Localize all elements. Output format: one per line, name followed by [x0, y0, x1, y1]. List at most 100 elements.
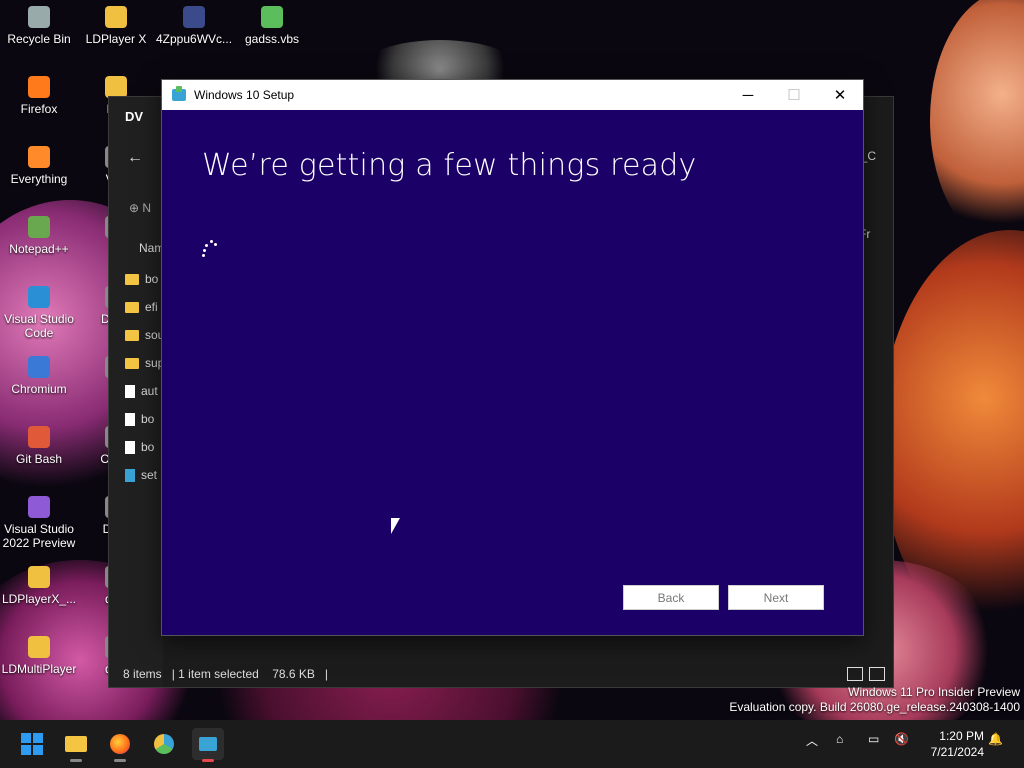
desktop-icon-10[interactable]: Visual Studio Code	[1, 286, 77, 340]
notepadpp-icon	[28, 216, 50, 238]
chromium-taskbar-button[interactable]	[148, 728, 180, 760]
list-item[interactable]: set	[125, 465, 157, 485]
desktop-icon-label: Git Bash	[15, 452, 63, 466]
os-watermark: Windows 11 Pro Insider Preview Evaluatio…	[729, 685, 1020, 715]
desktop-icon-8[interactable]: Notepad++	[1, 216, 77, 256]
file-icon	[125, 468, 135, 482]
back-arrow-icon[interactable]: ←	[127, 149, 143, 167]
file-name: bo	[145, 272, 159, 286]
next-button[interactable]: Next	[728, 585, 824, 610]
network-off-icon[interactable]: ⌂	[836, 732, 843, 746]
setup-titlebar[interactable]: Windows 10 Setup ─ ☐ ✕	[162, 80, 863, 110]
file-name: aut	[141, 384, 158, 398]
minimize-button[interactable]: ─	[725, 80, 771, 110]
firefox-icon	[110, 734, 130, 754]
desktop-icon-14[interactable]: Git Bash	[1, 426, 77, 466]
list-item[interactable]: bo	[125, 409, 154, 429]
maximize-button: ☐	[787, 87, 801, 104]
setup-heading: We’re getting a few things ready	[202, 148, 697, 183]
desktop-icon-label: LDPlayerX_...	[1, 592, 77, 606]
ldplayer-icon	[28, 566, 50, 588]
desktop-icon-1[interactable]: LDPlayer X	[78, 6, 154, 46]
firefox-icon	[28, 76, 50, 98]
desktop-icon-18[interactable]: LDPlayerX_...	[1, 566, 77, 606]
list-item[interactable]: sup	[125, 353, 164, 373]
desktop-icon-6[interactable]: Everything	[1, 146, 77, 186]
desktop-icon-label: Firefox	[20, 102, 58, 116]
desktop-icon-label: gadss.vbs	[244, 32, 300, 46]
status-items: 8 items	[123, 667, 162, 681]
explorer-title: DV	[125, 109, 144, 124]
watermark-line1: Windows 11 Pro Insider Preview	[848, 685, 1020, 699]
desktop-icon-label: Visual Studio 2022 Preview	[2, 522, 76, 550]
file-explorer-icon	[65, 736, 87, 752]
chromium-icon	[154, 734, 174, 754]
windows-setup-icon	[199, 737, 217, 751]
list-item[interactable]: sou	[125, 325, 164, 345]
file-explorer-taskbar-button[interactable]	[60, 728, 92, 762]
file-icon	[125, 440, 135, 454]
list-item[interactable]: bo	[125, 437, 154, 457]
git-icon	[28, 426, 50, 448]
desktop-icon-0[interactable]: Recycle Bin	[1, 6, 77, 46]
windows-setup-dialog[interactable]: Windows 10 Setup ─ ☐ ✕ We’re getting a f…	[161, 79, 864, 636]
desktop-icon-4[interactable]: Firefox	[1, 76, 77, 116]
display-icon[interactable]: ▭	[868, 732, 879, 746]
desktop-icon-label: Visual Studio Code	[4, 312, 74, 340]
desktop-icon-16[interactable]: Visual Studio 2022 Preview	[1, 496, 77, 550]
file-name: bo	[141, 412, 155, 426]
start-icon	[21, 733, 43, 755]
setup-window-title: Windows 10 Setup	[194, 88, 295, 102]
desktop-icon-3[interactable]: gadss.vbs	[234, 6, 310, 46]
status-selected: 1 item selected	[178, 667, 259, 681]
desktop-icon-label: Chromium	[11, 382, 67, 396]
file-icon	[125, 412, 135, 426]
ldplayer-icon	[105, 76, 127, 98]
windows-setup-icon	[172, 86, 186, 101]
folder-icon	[125, 329, 139, 341]
script-icon	[261, 6, 283, 28]
desktop-icon-label: LDMultiPlayer	[1, 662, 77, 676]
file-icon	[125, 384, 135, 398]
desktop-icon-label: 4Zppu6WVc...	[156, 32, 233, 46]
file-name: set	[141, 468, 158, 482]
new-button[interactable]: ⊕ N	[129, 201, 151, 215]
list-item[interactable]: aut	[125, 381, 158, 401]
details-view-icon[interactable]	[847, 667, 863, 681]
clock-date: 7/21/2024	[930, 745, 984, 759]
folder-icon	[125, 273, 139, 285]
desktop-icon-label: LDPlayer X	[85, 32, 147, 46]
start-button[interactable]	[16, 728, 48, 760]
desktop-icon-label: Notepad++	[9, 242, 69, 256]
tiles-view-icon[interactable]	[869, 667, 885, 681]
vscode-icon	[28, 286, 50, 308]
everything-icon	[28, 146, 50, 168]
watermark-line2: Evaluation copy. Build 26080.ge_release.…	[729, 700, 1020, 714]
desktop-icon-2[interactable]: 4Zppu6WVc...	[156, 6, 232, 46]
volume-mute-icon[interactable]: 🔇	[894, 732, 909, 746]
chevron-up-icon[interactable]: ︿	[806, 732, 818, 749]
desktop-icon-12[interactable]: Chromium	[1, 356, 77, 396]
status-bar: 8 items | 1 item selected 78.6 KB |	[123, 667, 329, 681]
folder-icon	[125, 301, 139, 313]
notification-bell-icon[interactable]: 🔔	[988, 732, 1003, 746]
chromium-icon	[28, 356, 50, 378]
ldplayer-icon	[105, 6, 127, 28]
file-icon	[183, 6, 205, 28]
clock[interactable]: 1:20 PM 7/21/2024	[931, 728, 984, 760]
clock-time: 1:20 PM	[939, 729, 984, 743]
close-button[interactable]: ✕	[817, 80, 863, 110]
back-button[interactable]: Back	[623, 585, 719, 610]
windows-setup-taskbar-button[interactable]	[192, 728, 224, 762]
loading-spinner-icon	[202, 240, 218, 258]
list-item[interactable]: efi	[125, 297, 158, 317]
recycle-bin-icon	[28, 6, 50, 28]
taskbar: ︿ ⌂ ▭ 🔇 1:20 PM 7/21/2024 🔔	[0, 720, 1024, 768]
desktop-icon-label: Everything	[10, 172, 68, 186]
file-name: bo	[141, 440, 155, 454]
mouse-cursor-icon	[391, 518, 400, 534]
folder-icon	[125, 357, 139, 369]
list-item[interactable]: bo	[125, 269, 158, 289]
desktop-icon-20[interactable]: LDMultiPlayer	[1, 636, 77, 676]
firefox-taskbar-button[interactable]	[104, 728, 136, 762]
